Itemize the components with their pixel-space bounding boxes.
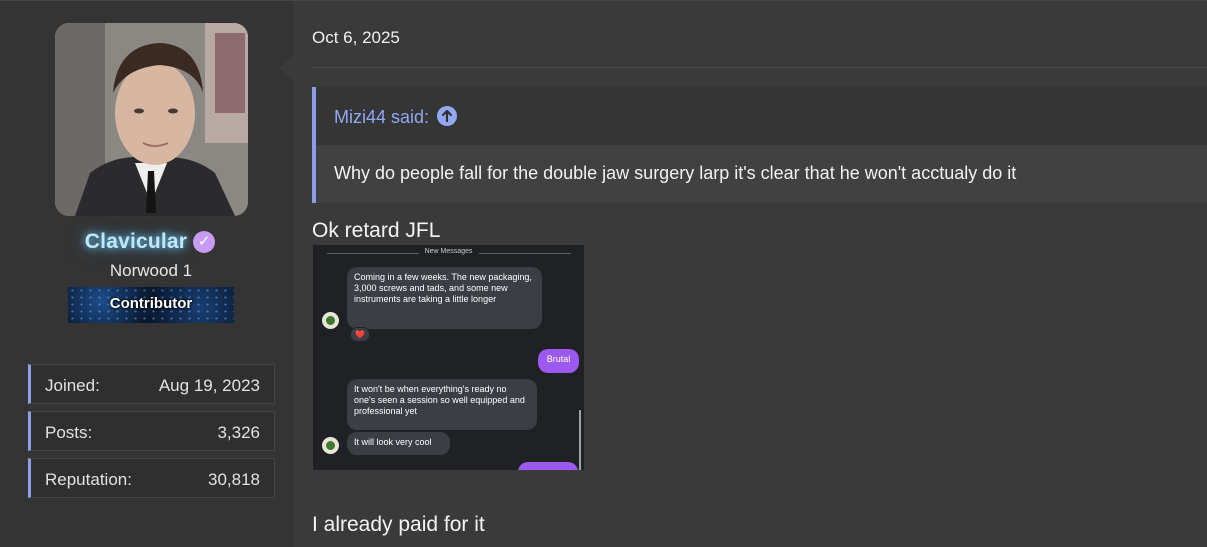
banner-label: Contributor <box>109 295 193 312</box>
verified-check-icon: ✓ <box>193 231 216 253</box>
user-info-panel: Clavicular ✓ Norwood 1 Contributor Joined… <box>0 1 295 547</box>
quote-body: Why do people fall for the double jaw su… <box>316 145 1207 203</box>
message-content: Oct 6, 2025 Mizi44 said: Why do people f… <box>295 1 1207 547</box>
attached-image-chat-screenshot[interactable]: New Messages Coming in a few weeks. The … <box>313 245 584 470</box>
forum-post: Clavicular ✓ Norwood 1 Contributor Joined… <box>0 0 1207 547</box>
post-date[interactable]: Oct 6, 2025 <box>312 28 400 48</box>
chat-avatar <box>322 437 339 454</box>
chat-message-received: It will look very cool <box>347 432 450 455</box>
chat-message-sent: Brutal <box>538 349 579 373</box>
quote-author[interactable]: Mizi44 said: <box>334 106 458 128</box>
quote-text: Why do people fall for the double jaw su… <box>334 163 1017 183</box>
stat-label: Posts: <box>45 423 93 442</box>
stat-value: 30,818 <box>208 470 260 489</box>
stat-posts: Posts: 3,326 <box>28 411 275 451</box>
quote-block: Mizi44 said: Why do people fall for the … <box>312 87 1207 203</box>
arrow-up-circle-icon[interactable] <box>437 106 458 126</box>
user-stats: Joined: Aug 19, 2023 Posts: 3,326 Reputa… <box>28 364 275 505</box>
chat-message-received: It won't be when everything's ready no o… <box>347 379 537 430</box>
chat-message-received: Coming in a few weeks. The new packaging… <box>347 267 542 329</box>
stat-label: Reputation: <box>45 470 132 489</box>
reply-text-2: I already paid for it <box>312 513 485 536</box>
username-text[interactable]: Clavicular <box>85 230 187 253</box>
username[interactable]: Clavicular ✓ <box>0 230 300 254</box>
quote-header: Mizi44 said: <box>316 87 1207 145</box>
chat-scrollbar[interactable] <box>579 410 581 470</box>
chat-message-sent-partial <box>518 462 578 470</box>
stat-value: 3,326 <box>217 423 260 442</box>
new-messages-label: New Messages <box>424 248 473 255</box>
stat-reputation: Reputation: 30,818 <box>28 458 275 498</box>
user-avatar[interactable] <box>55 23 248 216</box>
message-pointer-arrow <box>280 53 295 83</box>
heart-reaction-icon: ❤️ <box>350 327 370 342</box>
quote-author-label[interactable]: Mizi44 said: <box>334 107 429 127</box>
reply-text-1: Ok retard JFL <box>312 219 441 242</box>
user-banner: Contributor <box>68 287 234 323</box>
user-title: Norwood 1 <box>109 261 193 280</box>
header-divider <box>312 67 1207 68</box>
stat-joined: Joined: Aug 19, 2023 <box>28 364 275 404</box>
stat-label: Joined: <box>45 376 100 395</box>
chat-avatar <box>322 312 339 329</box>
stat-value: Aug 19, 2023 <box>158 376 260 395</box>
